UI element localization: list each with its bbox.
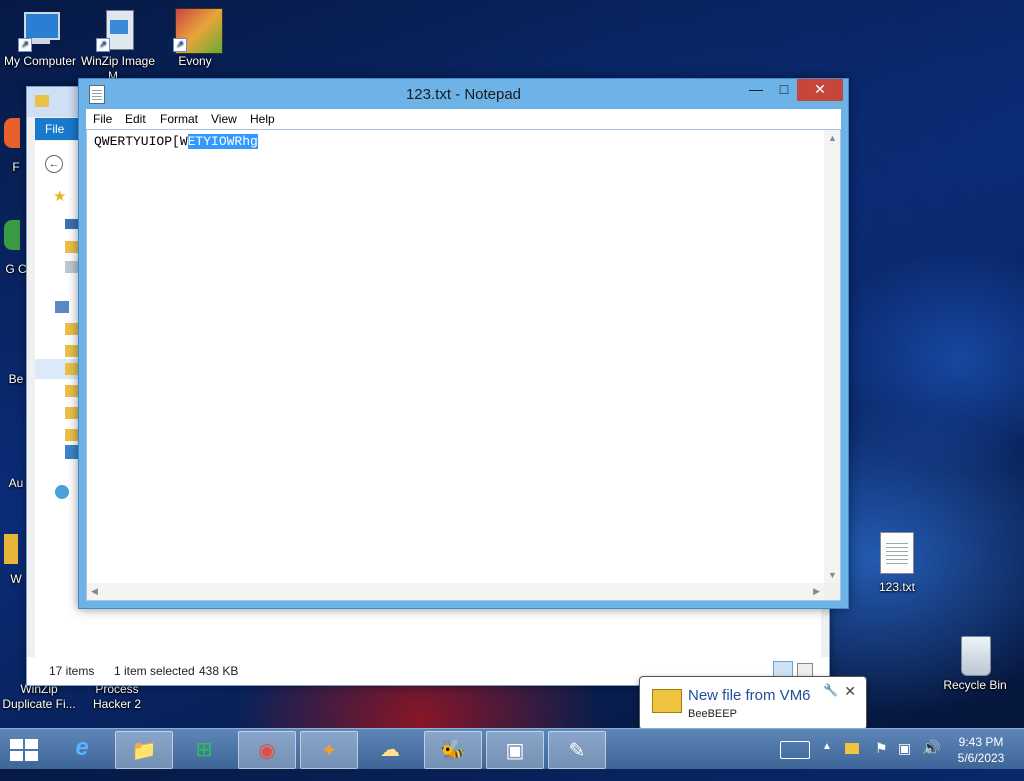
desktop-icon-123-txt[interactable]: 123.txt (857, 532, 937, 595)
notification-close-button[interactable]: ✕ (844, 683, 856, 700)
taskbar-internet-explorer[interactable]: e (54, 731, 110, 767)
network-tray-icon[interactable]: ▣ (898, 740, 911, 780)
window-title: 123.txt - Notepad (405, 86, 522, 103)
notepad-titlebar[interactable]: 123.txt - Notepad — □ ✕ (79, 79, 848, 109)
recycle-bin-icon (953, 632, 997, 676)
scroll-up-icon[interactable]: ▲ (828, 133, 837, 143)
desktop-icon-label: Evony (178, 54, 212, 68)
nav-item-icon[interactable] (65, 445, 79, 459)
file-explorer-icon: 📁 (131, 740, 157, 762)
back-arrow-icon[interactable]: ← (45, 155, 63, 173)
editor-content[interactable]: QWERTYUIOP[WETYIOWRhg (94, 134, 258, 149)
media-app-icon: ✦ (320, 740, 338, 762)
folder-icon[interactable] (65, 407, 79, 419)
wrench-icon[interactable]: 🔧 (823, 683, 838, 697)
taskbar-store[interactable]: ⊞ (176, 731, 232, 767)
folder-icon[interactable] (65, 345, 79, 357)
folder-icon[interactable] (65, 323, 79, 335)
beebeep-icon: 🐝 (440, 740, 466, 762)
desktop-icon-label: G C (5, 262, 27, 276)
internet-explorer-icon: e (75, 734, 89, 761)
menu-help[interactable]: Help (250, 112, 275, 126)
clock-time: 9:43 PM (958, 735, 1004, 749)
notification-title: New file from VM6 (688, 687, 811, 704)
start-button[interactable] (10, 739, 38, 761)
folder-icon[interactable] (65, 385, 79, 397)
chrome-icon: ◉ (258, 740, 276, 762)
taskbar-chrome[interactable]: ◉ (238, 731, 296, 769)
notepad-icon: ✎ (568, 740, 586, 762)
desktop-icon-label: W (10, 572, 22, 586)
envelope-icon (652, 689, 682, 713)
text-file-icon (880, 532, 914, 574)
nav-item-icon[interactable] (65, 219, 79, 229)
scroll-left-icon[interactable]: ◀ (91, 586, 98, 597)
notepad-window[interactable]: 123.txt - Notepad — □ ✕ File Edit Format… (78, 78, 849, 609)
status-selected: 1 item selected (114, 664, 195, 678)
desktop-icon-evony[interactable]: ↗ Evony (155, 8, 235, 69)
folder-icon[interactable] (65, 363, 79, 375)
evony-icon: ↗ (173, 8, 223, 54)
desktop-icon-my-computer[interactable]: ↗ My Computer (0, 8, 80, 69)
volume-icon[interactable]: 🔊 (922, 739, 941, 779)
folder-icon[interactable] (65, 241, 79, 253)
desktop-icon-recycle-bin[interactable]: Recycle Bin (935, 632, 1015, 693)
menu-bar: File Edit Format View Help (86, 109, 841, 129)
windows-logo-pane (25, 739, 38, 749)
menu-view[interactable]: View (211, 112, 237, 126)
desktop-icon-label: Be (8, 372, 24, 386)
touch-keyboard-icon[interactable] (780, 741, 810, 759)
taskbar-notepad[interactable]: ✎ (548, 731, 606, 769)
desktop-icon-label: 123.txt (878, 580, 916, 594)
clock-date: 5/6/2023 (957, 751, 1005, 765)
nav-item-icon[interactable] (65, 261, 79, 273)
desktop-icon-winzip-image[interactable]: ↗ WinZip Image M... (78, 8, 158, 88)
maximize-button[interactable]: □ (771, 79, 797, 101)
windows-logo-icon (10, 739, 23, 749)
network-icon[interactable] (55, 485, 69, 499)
taskbar-winzip[interactable]: ▣ (486, 731, 544, 769)
network-app-icon: ☁ (380, 739, 400, 761)
store-icon: ⊞ (195, 739, 213, 761)
menu-file[interactable]: File (93, 112, 112, 126)
favorites-star-icon[interactable]: ★ (53, 187, 66, 205)
action-center-flag-icon[interactable]: ⚑ (875, 740, 888, 780)
folder-icon[interactable] (65, 429, 79, 441)
menu-format[interactable]: Format (160, 112, 198, 126)
winzip-image-icon: ↗ (96, 8, 140, 52)
taskbar-file-explorer[interactable]: 📁 (115, 731, 173, 769)
scroll-right-icon[interactable]: ▶ (813, 586, 820, 597)
windows-logo-pane (10, 751, 23, 761)
notification-balloon[interactable]: New file from VM6 BeeBEEP 🔧 ✕ (639, 676, 867, 730)
computer-icon[interactable] (55, 301, 69, 313)
beebeep-tray-envelope-icon[interactable] (845, 743, 859, 754)
minimize-button[interactable]: — (743, 79, 769, 101)
size-grip[interactable] (824, 583, 840, 600)
computer-icon: ↗ (18, 8, 62, 52)
status-item-count: 17 items (49, 664, 95, 678)
taskbar: e 📁 ⊞ ◉ ✦ ☁ 🐝 ▣ ✎ ▲ ⚑ ▣ 🔊 9:43 PM 5/6/20… (0, 728, 1024, 769)
text-editor[interactable]: QWERTYUIOP[WETYIOWRhg ▲ ▼ ◀ ▶ (86, 129, 841, 601)
taskbar-network-app[interactable]: ☁ (362, 731, 418, 767)
close-button[interactable]: ✕ (797, 79, 843, 101)
menu-edit[interactable]: Edit (125, 112, 146, 126)
winzip-icon: ▣ (505, 740, 525, 762)
desktop-icon-label: Recycle Bin (943, 678, 1007, 692)
selected-text: ETYIOWRhg (187, 134, 258, 149)
desktop-icon-label: My Computer (3, 54, 77, 68)
taskbar-media-app[interactable]: ✦ (300, 731, 358, 769)
vertical-scrollbar[interactable]: ▲ ▼ (824, 130, 840, 583)
status-size: 438 KB (199, 664, 239, 678)
system-clock[interactable]: 9:43 PM 5/6/2023 (948, 734, 1014, 766)
desktop-icon-label: Au (8, 476, 24, 490)
desktop-icon-label: F (12, 160, 20, 174)
show-hidden-icons-chevron-icon[interactable]: ▲ (822, 741, 832, 781)
folder-icon (35, 95, 49, 107)
taskbar-beebeep[interactable]: 🐝 (424, 731, 482, 769)
horizontal-scrollbar[interactable]: ◀ ▶ (87, 583, 824, 600)
notification-app: BeeBEEP (688, 708, 737, 720)
editor-text: QWERTYUIOP[W (94, 134, 188, 149)
scroll-down-icon[interactable]: ▼ (828, 570, 837, 580)
windows-logo-pane (25, 751, 38, 761)
